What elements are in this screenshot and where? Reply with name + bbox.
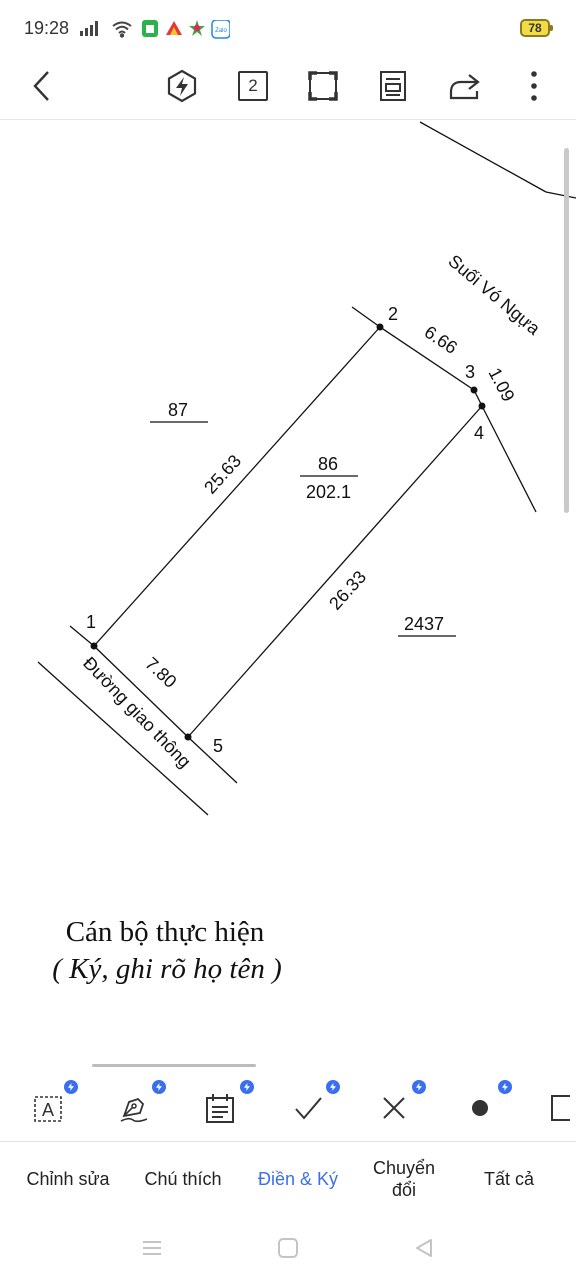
scrollbar[interactable] [564, 148, 569, 513]
status-bar: 19:28 Zalo 78 [0, 0, 576, 58]
parcel-2437-label: 2437 [404, 614, 444, 634]
share-icon [449, 74, 480, 100]
road-label: Đường giao thông [79, 653, 195, 772]
notification-app-icon [166, 21, 182, 35]
edge-length-3-4: 1.09 [484, 364, 518, 404]
edge-length-5-1: 7.80 [141, 653, 180, 692]
more-icon [531, 71, 537, 101]
parcel-87-label: 87 [168, 400, 188, 420]
home-button[interactable] [273, 1233, 303, 1263]
date-tool[interactable] [196, 1080, 254, 1130]
pro-badge-icon [498, 1080, 512, 1094]
point-label-1: 1 [86, 612, 96, 632]
point-label-5: 5 [213, 736, 223, 756]
battery-tip [550, 25, 553, 31]
wifi-icon [112, 21, 132, 38]
point-label-4: 4 [474, 423, 484, 443]
vertex-5 [184, 733, 192, 741]
stream-line [419, 121, 547, 193]
battery-indicator: 78 [520, 19, 550, 37]
pro-features-button[interactable] [158, 62, 206, 110]
back-triangle-icon [416, 1239, 432, 1257]
parcel-86-area: 202.1 [306, 482, 351, 502]
tab-edit[interactable]: Chỉnh sửa [12, 1143, 124, 1215]
back-button[interactable] [18, 62, 66, 110]
text-box-icon: A [34, 1096, 62, 1122]
vertex-2 [376, 323, 384, 331]
tab-annotate[interactable]: Chú thích [128, 1143, 238, 1215]
status-time: 19:28 [24, 18, 70, 38]
fit-screen-button[interactable] [299, 62, 347, 110]
rectangle-icon [551, 1095, 570, 1121]
date-icon [206, 1094, 234, 1123]
pro-badge-icon [326, 1080, 340, 1094]
vertex-1 [90, 642, 98, 650]
boundary-extension [351, 306, 381, 328]
more-button[interactable] [510, 62, 558, 110]
vertex-4 [478, 402, 486, 410]
zalo-icon: Zalo [211, 20, 230, 39]
edge-length-2-3: 6.66 [421, 322, 461, 358]
dot-icon [472, 1100, 488, 1116]
signature-title: Cán bộ thực hiện [65, 916, 265, 948]
top-toolbar: 2 [0, 58, 576, 120]
reading-mode-button[interactable] [369, 62, 417, 110]
pro-badge-icon [240, 1080, 254, 1094]
cross-tool[interactable] [370, 1080, 426, 1130]
notification-app-icon [142, 20, 158, 37]
pro-badge-icon [64, 1080, 78, 1094]
rectangle-tool[interactable] [540, 1086, 576, 1130]
share-button[interactable] [440, 62, 488, 110]
pen-sign-icon [120, 1097, 148, 1123]
text-box-tool[interactable]: A [24, 1080, 78, 1130]
checkmark-icon [295, 1097, 322, 1120]
tab-fill-sign[interactable]: Điền & Ký [242, 1143, 354, 1215]
page-count-icon: 2 [238, 71, 268, 101]
bottom-tabs: Chỉnh sửa Chú thích Điền & Ký Chuyển đổi… [0, 1143, 576, 1215]
recents-button[interactable] [137, 1233, 167, 1263]
tab-label-line1: Chuyển [372, 1158, 436, 1178]
menu-icon [143, 1241, 161, 1255]
checkmark-tool[interactable] [284, 1080, 340, 1130]
tab-label: Tất cả [483, 1169, 535, 1189]
svg-text:Zalo: Zalo [215, 28, 227, 34]
page-count-button[interactable]: 2 [229, 62, 277, 110]
home-icon [278, 1238, 298, 1258]
notification-app-icon [189, 20, 205, 36]
stream-label: Suối Vó Ngựa [444, 251, 544, 340]
pro-badge-icon [152, 1080, 166, 1094]
vertex-3 [470, 386, 478, 394]
edge-length-4-5: 26.33 [325, 567, 370, 614]
cross-icon [383, 1097, 405, 1119]
point-label-3: 3 [465, 362, 475, 382]
signal-icon [80, 21, 98, 36]
edge-length-1-2: 25.63 [200, 451, 245, 498]
pro-features-icon [167, 69, 197, 103]
tab-label: Chú thích [144, 1169, 222, 1189]
tab-convert[interactable]: Chuyển đổi [356, 1143, 452, 1215]
tab-label-line2: đổi [391, 1180, 417, 1200]
tab-all[interactable]: Tất cả [456, 1143, 562, 1215]
sign-tool[interactable] [110, 1080, 166, 1130]
svg-text:A: A [42, 1100, 54, 1120]
parcel-86-number: 86 [318, 454, 338, 474]
signature-subtitle: ( Ký, ghi rõ họ tên ) [52, 953, 282, 985]
boundary-extension [481, 405, 537, 513]
reading-mode-icon [380, 71, 406, 101]
stream-line [545, 191, 576, 199]
system-nav-bar [0, 1215, 576, 1280]
dot-tool[interactable] [456, 1080, 512, 1130]
tab-label: Chỉnh sửa [26, 1169, 110, 1189]
point-label-2: 2 [388, 304, 398, 324]
fill-sign-tools: A [0, 1064, 576, 1142]
back-nav-button[interactable] [409, 1233, 439, 1263]
status-icons: Zalo [80, 20, 230, 39]
tool-indicator [92, 1064, 256, 1067]
pro-badge-icon [412, 1080, 426, 1094]
fit-screen-icon [308, 71, 338, 101]
back-arrow-icon [33, 71, 49, 101]
tab-label: Điền & Ký [257, 1169, 339, 1189]
